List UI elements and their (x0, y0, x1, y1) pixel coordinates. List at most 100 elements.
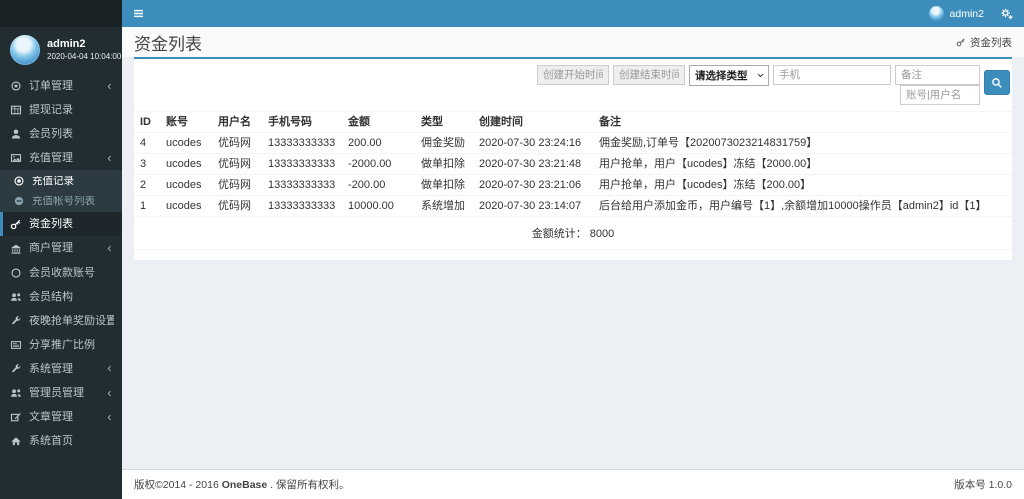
column-header: 创建时间 (473, 111, 593, 133)
remark-input[interactable] (895, 65, 980, 85)
sidebar-item-label: 会员列表 (29, 128, 73, 141)
sidebar-item-withdraw-records[interactable]: 提现记录 (0, 98, 122, 122)
sidebar-item-recharge-records[interactable]: 充值记录 (0, 171, 122, 191)
end-time-input[interactable] (613, 65, 685, 85)
wrench-icon (10, 363, 22, 375)
users-icon (10, 387, 22, 399)
sidebar-user-name: admin2 (47, 38, 86, 51)
key-icon (10, 218, 22, 230)
phone-input[interactable] (773, 65, 891, 85)
chevron-left-icon (105, 413, 114, 422)
column-header: 备注 (593, 111, 1012, 133)
column-header: 手机号码 (262, 111, 342, 133)
sidebar-item-label: 管理员管理 (29, 387, 84, 400)
sidebar-item-label: 订单管理 (29, 80, 73, 92)
sidebar-item-label: 文章管理 (29, 411, 73, 424)
search-icon (991, 77, 1003, 89)
brand: OneBase (221, 479, 268, 491)
bank-icon (10, 243, 22, 255)
column-header: 金额 (342, 111, 415, 133)
sidebar-item-label: 会员收款账号 (29, 266, 95, 279)
table-cell: 优码网 (212, 174, 262, 196)
circle-o-icon (10, 267, 22, 279)
sidebar-item-night-order-reward[interactable]: 夜晚抢单奖励设置 (0, 309, 122, 333)
sidebar-item-label: 充值管理 (29, 152, 73, 165)
content: 资金列表 资金列表 请选择类型 (122, 27, 1024, 469)
sidebar-item-admins[interactable]: 管理员管理 (0, 381, 122, 405)
table-cell: -2000.00 (342, 153, 415, 175)
table-cell: 13333333333 (262, 174, 342, 196)
summary-value: 8000 (589, 228, 615, 240)
table-cell: -200.00 (342, 174, 415, 196)
topbar-user-menu[interactable]: admin2 (928, 6, 984, 21)
sidebar-item-label: 提现记录 (29, 104, 73, 117)
sidebar-item-label: 充值记录 (32, 175, 74, 187)
table-cell: 4 (134, 132, 160, 154)
table-row: 1 ucodes 优码网 13333333333 10000.00 系统增加 2020-07… (134, 195, 1012, 217)
type-select[interactable]: 请选择类型 (689, 65, 769, 86)
column-header: 类型 (415, 111, 473, 133)
table-row: 2 ucodes 优码网 13333333333 -200.00 做单扣除 2020-07-… (134, 174, 1012, 196)
sidebar-item-label: 系统管理 (29, 362, 73, 375)
sidebar-user-datetime: 2020-04-04 10:04:00 (47, 51, 122, 61)
breadcrumb[interactable]: 资金列表 (956, 35, 1012, 50)
table-cell: 优码网 (212, 153, 262, 175)
funds-table: ID 账号 用户名 手机号码 金额 类型 创建时间 备注 4 ucodes 优码网 13333333… (134, 111, 1012, 217)
sidebar-item-member-payment-accounts[interactable]: 会员收款账号 (0, 261, 122, 285)
table-cell: 佣金奖励 (415, 132, 473, 154)
topbar-username: admin2 (949, 7, 984, 20)
table-header-row: ID 账号 用户名 手机号码 金额 类型 创建时间 备注 (134, 111, 1012, 133)
chevron-left-icon (105, 364, 114, 373)
sidebar-item-funds-list[interactable]: 资金列表 (0, 212, 122, 237)
table-cell: 做单扣除 (415, 174, 473, 196)
summary-row: 金额统计： 8000 (134, 217, 1012, 250)
sidebar-item-member-structure[interactable]: 会员结构 (0, 285, 122, 309)
topbar: admin2 (122, 0, 1024, 27)
sidebar-item-member-list[interactable]: 会员列表 (0, 122, 122, 146)
sidebar-item-orders[interactable]: 订单管理 (0, 74, 122, 98)
account-input[interactable] (900, 85, 980, 105)
users-icon (10, 291, 22, 303)
breadcrumb-label: 资金列表 (970, 36, 1012, 49)
footer: 版权©2014 - 2016 OneBase . 保留所有权利。 版本号 1.0… (122, 469, 1024, 499)
table-cell: 13333333333 (262, 132, 342, 154)
column-header: 用户名 (212, 111, 262, 133)
content-header: 资金列表 资金列表 (122, 27, 1024, 57)
sidebar-item-label: 分享推广比例 (29, 338, 95, 351)
table-cell: 2020-07-30 23:24:16 (473, 132, 593, 154)
sidebar-item-home[interactable]: 系统首页 (0, 429, 122, 453)
sidebar-item-label: 夜晚抢单奖励设置 (29, 314, 114, 327)
table-cell: 1 (134, 195, 160, 217)
table-cell: 后台给用户添加金币，用户编号【1】,余额增加10000操作员【admin2】id… (593, 195, 1012, 217)
app-root: admin2 2020-04-04 10:04:00 订单管理提现记录会员列表充… (0, 0, 1024, 499)
start-time-input[interactable] (537, 65, 609, 85)
avatar (10, 35, 40, 65)
table-cell: ucodes (160, 195, 212, 217)
settings-cogs-icon[interactable] (1000, 7, 1014, 21)
sidebar-item-merchants[interactable]: 商户管理 (0, 236, 122, 260)
table-cell: 2020-07-30 23:21:06 (473, 174, 593, 196)
key-icon (956, 37, 966, 47)
version: 版本号 1.0.0 (954, 479, 1012, 491)
summary-label: 金额统计： (531, 228, 587, 240)
wrench-icon (10, 315, 22, 327)
sidebar-item-recharge-accounts[interactable]: 充值帐号列表 (0, 191, 122, 211)
sidebar-submenu: 充值记录充值帐号列表 (0, 170, 122, 213)
table-cell: 2020-07-30 23:21:48 (473, 153, 593, 175)
table-row: 3 ucodes 优码网 13333333333 -2000.00 做单扣除 2020-07… (134, 153, 1012, 175)
menu-toggle-button[interactable] (132, 7, 145, 20)
chevron-left-icon (105, 82, 114, 91)
sidebar-item-system[interactable]: 系统管理 (0, 357, 122, 381)
search-button[interactable] (984, 70, 1010, 95)
sidebar-item-label: 商户管理 (29, 242, 73, 255)
minus-circle-icon (13, 195, 25, 207)
sidebar-item-label: 资金列表 (29, 218, 73, 231)
sidebar-item-label: 会员结构 (29, 290, 73, 303)
column-header: 账号 (160, 111, 212, 133)
table-cell: 优码网 (212, 132, 262, 154)
sidebar-item-articles[interactable]: 文章管理 (0, 405, 122, 429)
table-cell: 用户抢单，用户【ucodes】冻结【2000.00】 (593, 153, 1012, 175)
sidebar-item-recharge[interactable]: 充值管理 (0, 146, 122, 170)
copyright: 版权©2014 - 2016 OneBase . 保留所有权利。 (134, 479, 350, 491)
sidebar-item-share-ratio[interactable]: 分享推广比例 (0, 333, 122, 357)
